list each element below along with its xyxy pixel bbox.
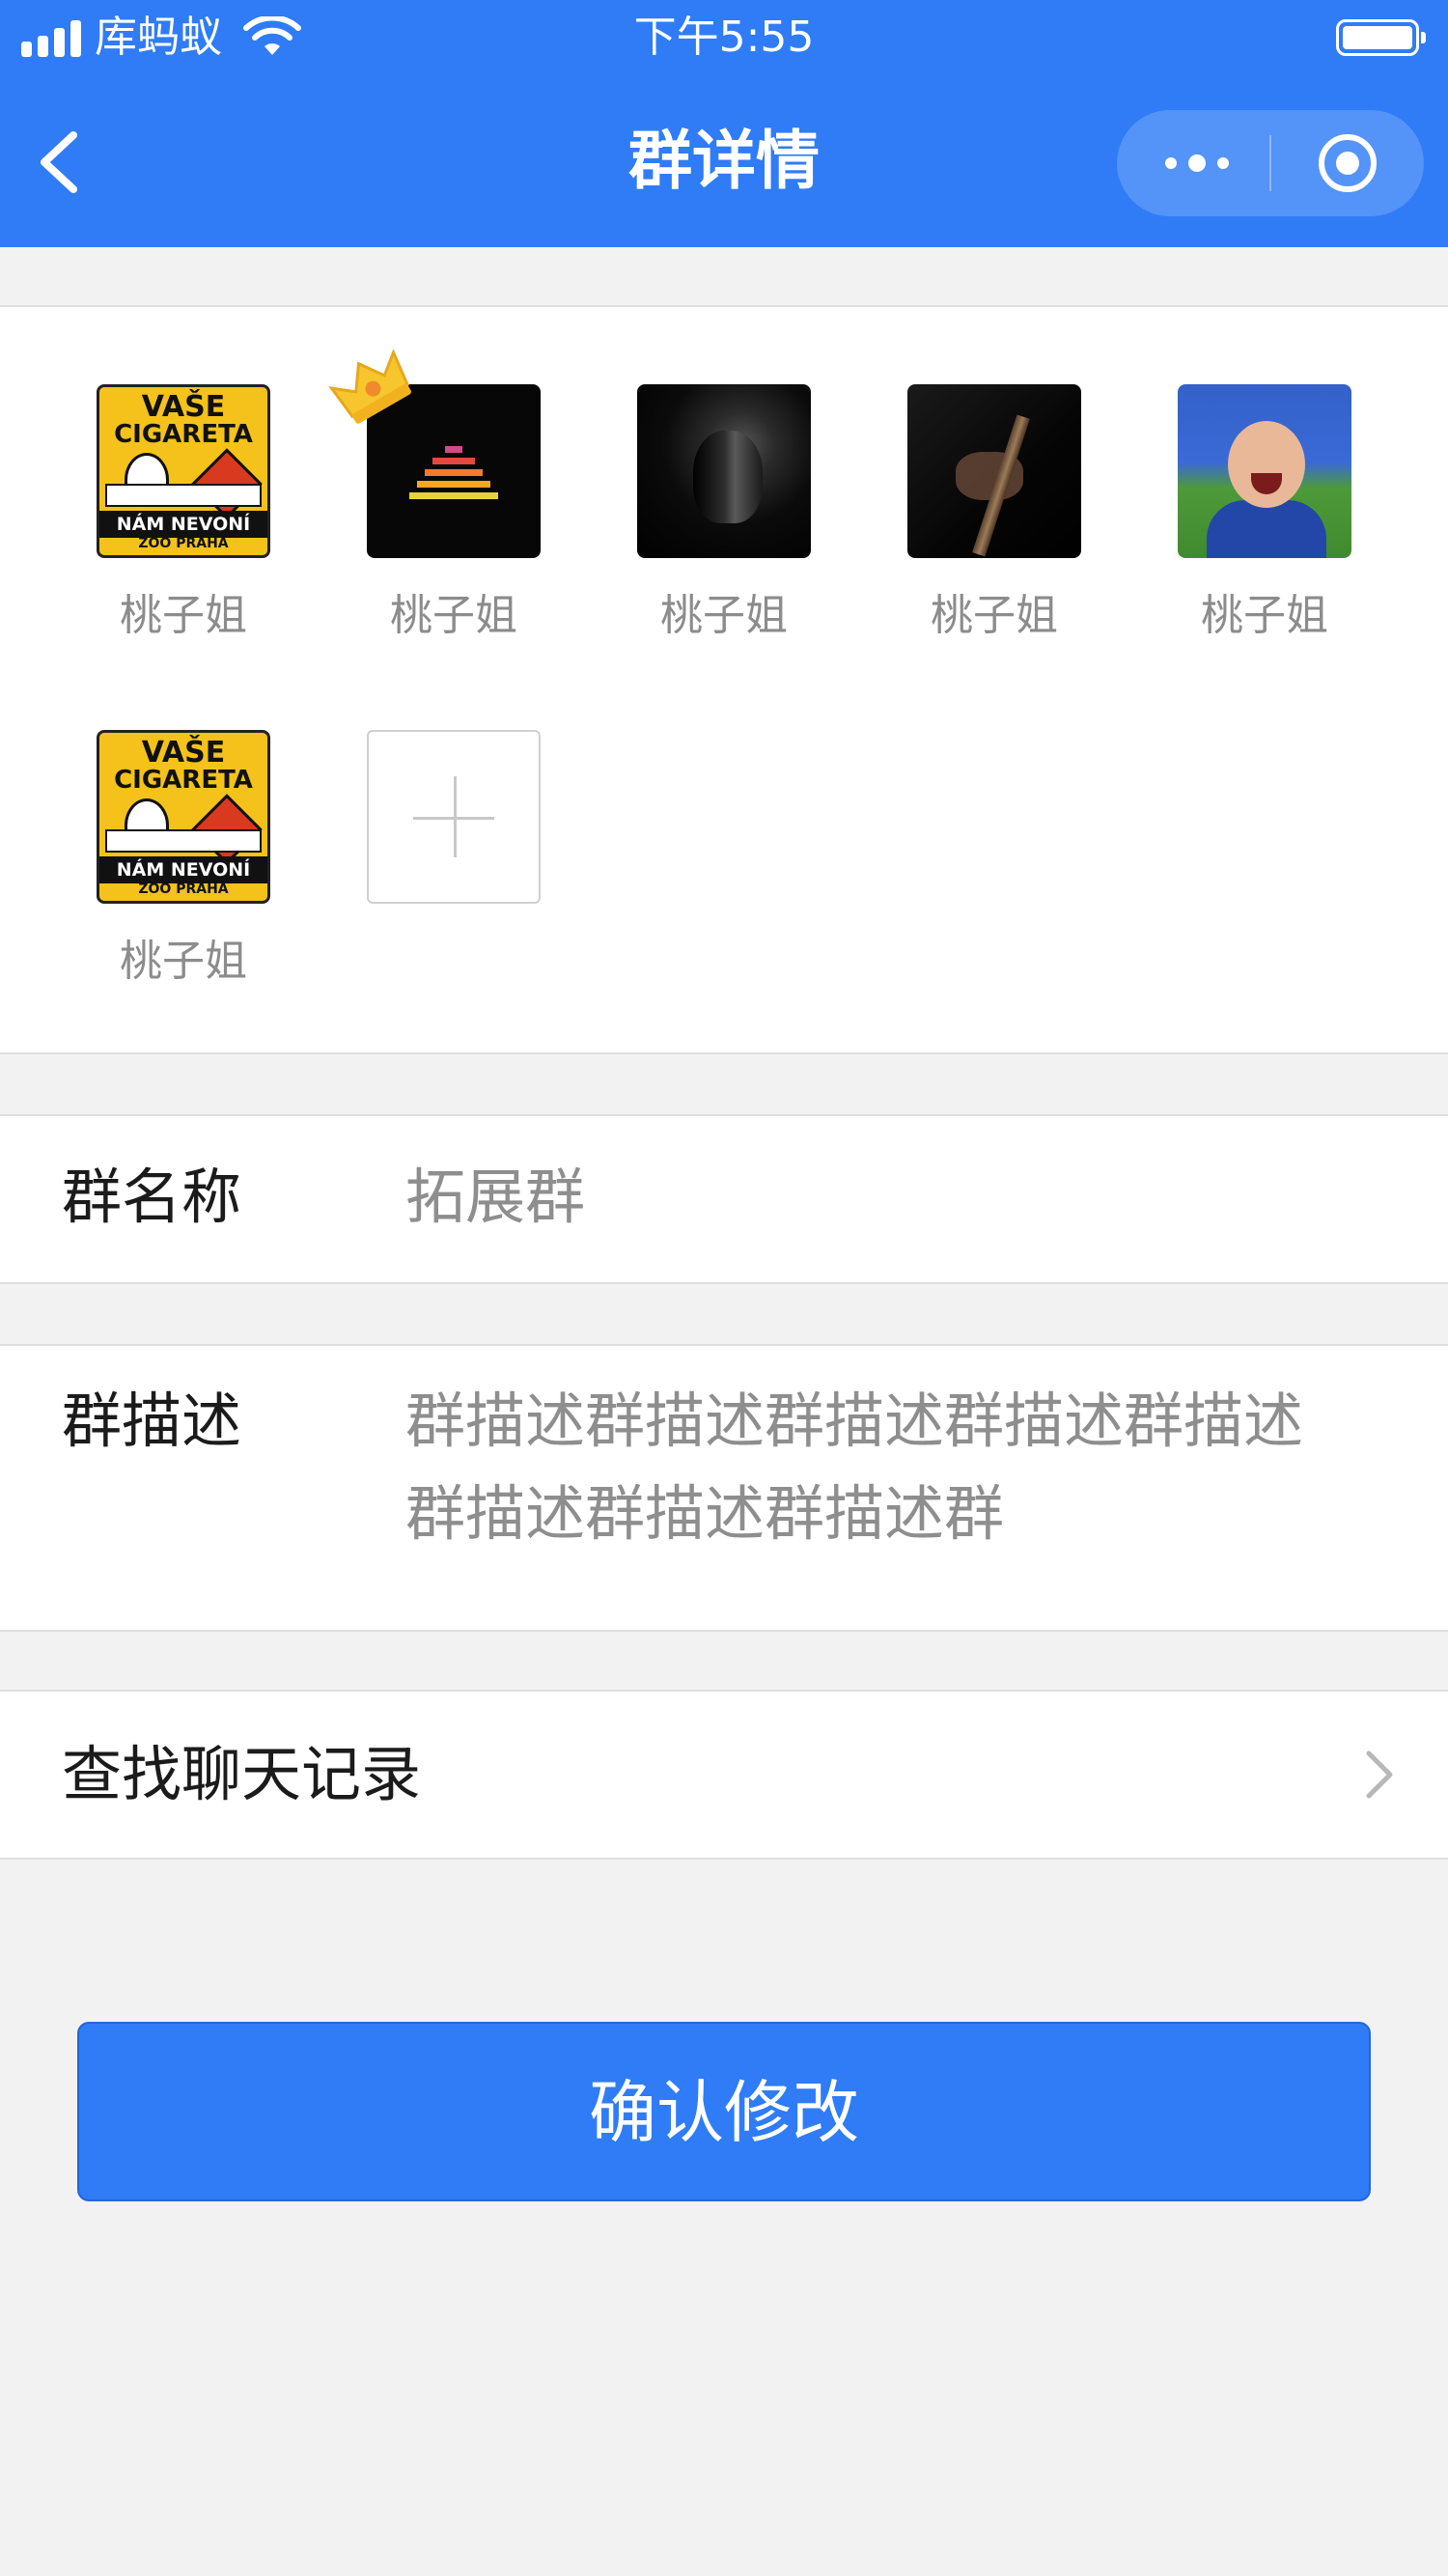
poster-text: VAŠE [141,390,226,424]
crown-icon [328,349,411,424]
poster-text: NÁM NEVONÍ [99,856,267,883]
member-item[interactable]: 桃子姐 [637,384,811,645]
battery-icon [1336,19,1426,56]
target-circle-icon [1319,134,1377,192]
nav-bar: 群详情 [0,75,1448,247]
poster-text: CIGARETA [114,420,253,449]
member-name: 桃子姐 [390,591,517,640]
poster-text: ZOO PRAHA [138,882,229,897]
member-item[interactable]: 桃子姐 [1178,384,1351,645]
member-name: 桃子姐 [120,937,247,986]
divider [0,1630,1448,1632]
poster-text: CIGARETA [114,766,253,795]
poster-text: VAŠE [141,736,226,770]
member-name: 桃子姐 [931,591,1058,640]
group-desc-textarea[interactable]: 群描述群描述群描述群描述群描述 群描述群描述群描述群 [405,1375,1409,1560]
divider [0,1282,1448,1284]
close-button[interactable] [1271,110,1424,216]
member-avatar[interactable] [907,384,1081,558]
member-name: 桃子姐 [1201,591,1328,640]
group-desc-line: 群描述群描述群描述群描述群描述 [405,1386,1304,1456]
member-item[interactable]: VAŠE CIGARETA NÁM NEVONÍ ZOO PRAHA 桃子姐 [97,384,270,645]
group-name-input[interactable]: 拓展群 [405,1151,585,1244]
member-item[interactable]: 桃子姐 [907,384,1081,645]
confirm-changes-button[interactable]: 确认修改 [77,2022,1371,2201]
status-time: 下午5:55 [633,13,815,62]
more-dots-icon [1165,154,1229,172]
poster-text: ZOO PRAHA [138,536,229,551]
group-desc-label: 群描述 [62,1386,242,1456]
member-name: 桃子姐 [660,591,788,640]
member-avatar[interactable] [637,384,811,558]
group-name-label: 群名称 [62,1162,242,1232]
status-bar: 库蚂蚁 下午5:55 [0,0,1448,75]
add-member-button[interactable] [367,730,541,904]
search-history-row[interactable]: 查找聊天记录 [0,1692,1448,1858]
member-item[interactable]: VAŠE CIGARETA NÁM NEVONÍ ZOO PRAHA 桃子姐 [97,730,270,991]
member-name: 桃子姐 [120,591,247,640]
search-history-label: 查找聊天记录 [62,1739,422,1809]
more-button[interactable] [1117,110,1269,216]
chevron-right-icon [1366,1750,1393,1799]
divider [0,1052,1448,1054]
member-avatar[interactable]: VAŠE CIGARETA NÁM NEVONÍ ZOO PRAHA [97,730,270,904]
poster-text: NÁM NEVONÍ [99,511,267,538]
member-avatar[interactable] [1178,384,1351,558]
group-desc-row: 群描述 群描述群描述群描述群描述群描述 群描述群描述群描述群 [0,1346,1448,1630]
divider [0,1858,1448,1860]
member-avatar[interactable]: VAŠE CIGARETA NÁM NEVONÍ ZOO PRAHA [97,384,270,558]
group-desc-line: 群描述群描述群描述群 [405,1478,1005,1549]
mini-program-capsule [1117,110,1424,216]
group-name-row: 群名称 拓展群 [0,1116,1448,1282]
